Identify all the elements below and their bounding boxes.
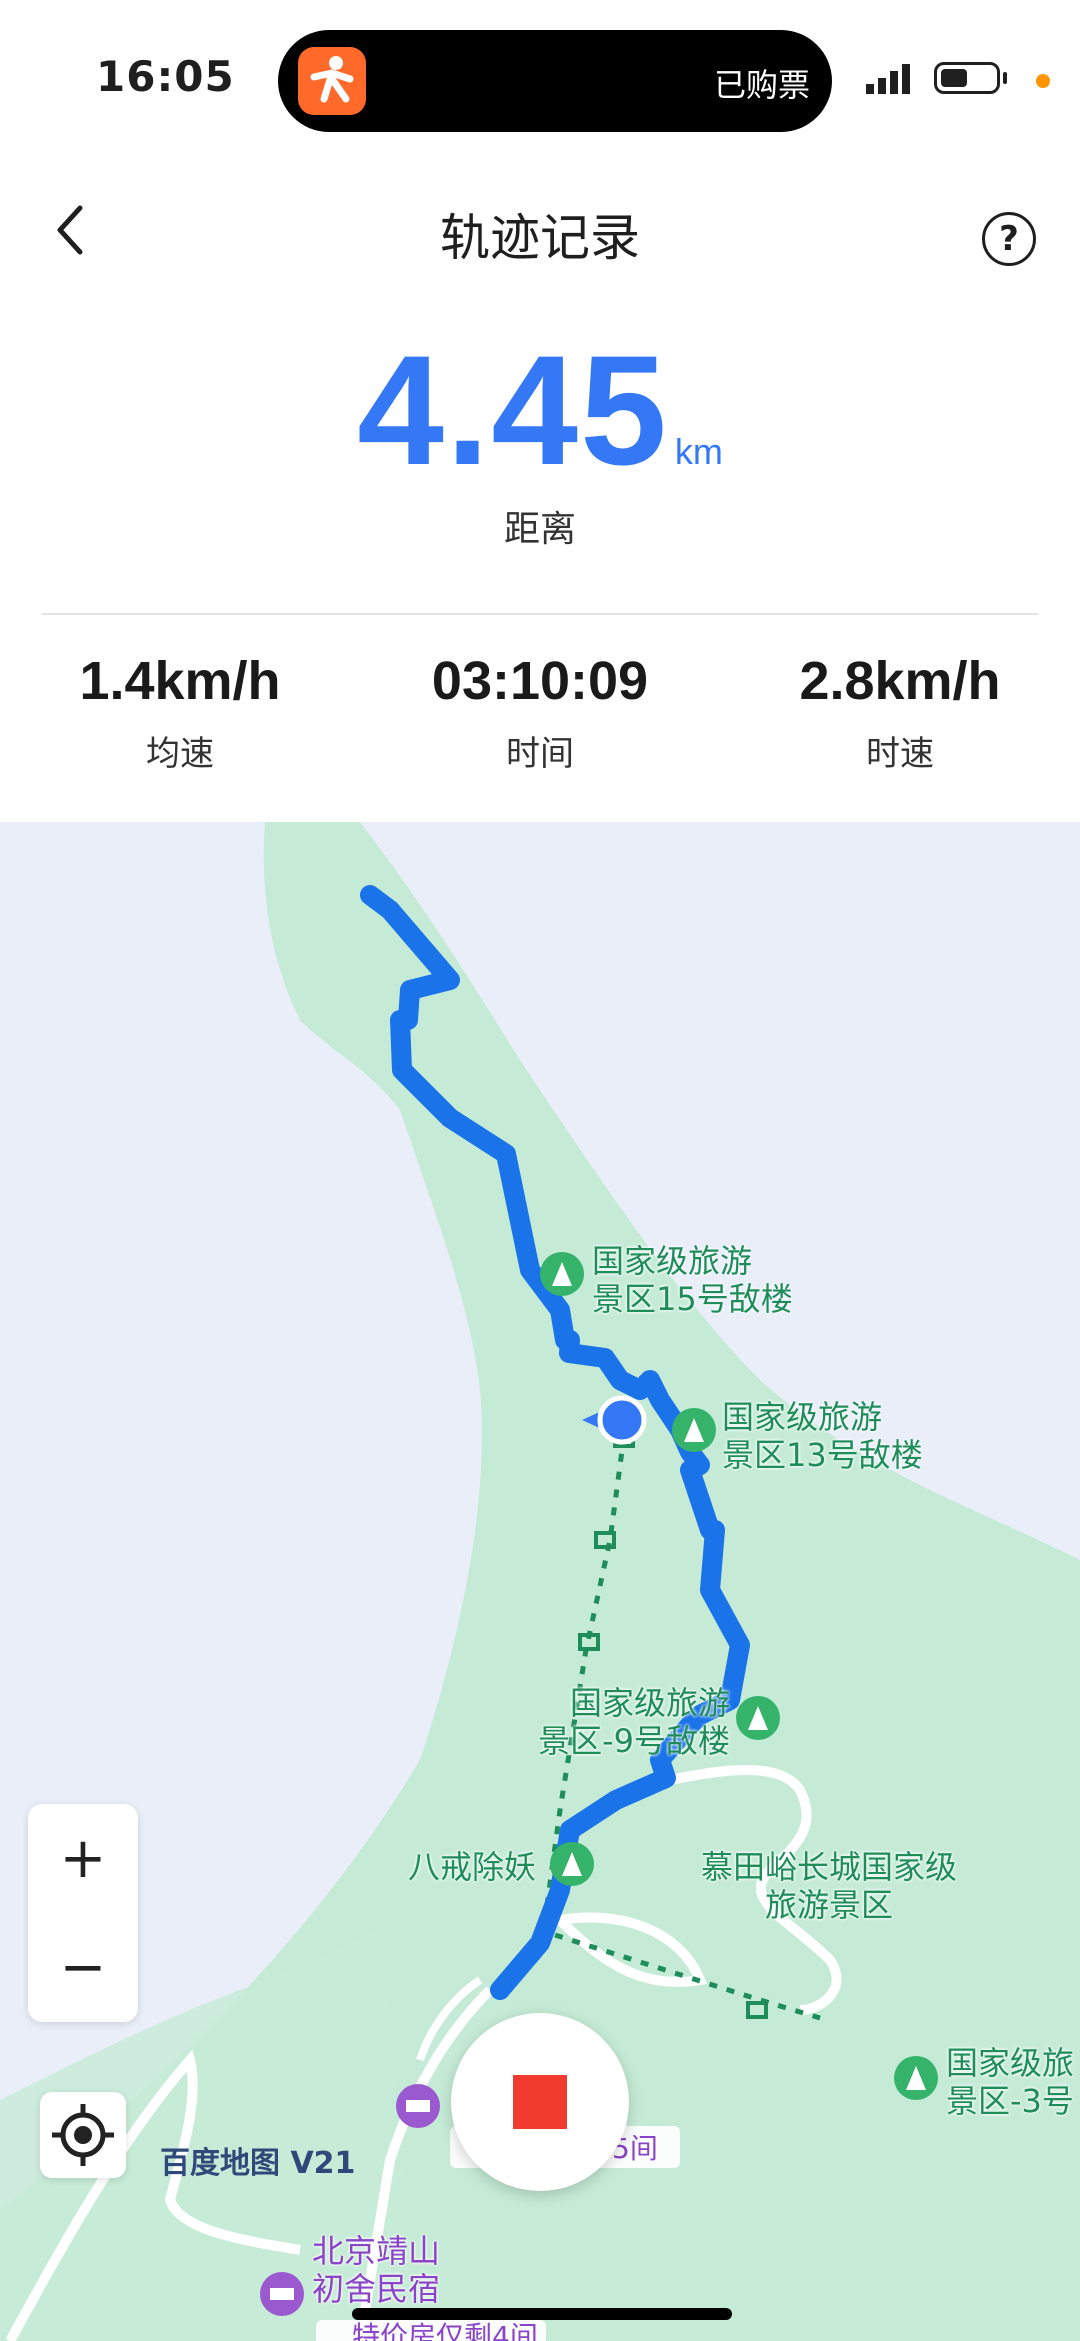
hotel-pin-icon: [396, 2084, 440, 2128]
locate-button[interactable]: [40, 2092, 126, 2178]
stat-value: 1.4km/h: [79, 651, 281, 711]
stat-duration: 03:10:09 时间: [360, 650, 720, 775]
stat-label: 均速: [146, 734, 214, 774]
zoom-in-button[interactable]: +: [28, 1804, 138, 1913]
stop-recording-button[interactable]: [451, 2013, 629, 2191]
poi-label-9[interactable]: 国家级旅游 景区-9号敌楼: [526, 1684, 730, 1760]
distance-value: 4.45: [357, 324, 669, 498]
app-icon: [298, 47, 366, 115]
poi-label-15[interactable]: 国家级旅游 景区15号敌楼: [592, 1242, 793, 1318]
poi-pin-icon: [736, 1696, 780, 1740]
crosshair-icon: [52, 2104, 114, 2166]
page-title: 轨迹记录: [440, 209, 640, 267]
stat-avg-speed: 1.4km/h 均速: [0, 650, 360, 775]
signal-icon: [866, 64, 910, 94]
map-watermark: 百度地图 V21: [160, 2146, 356, 2181]
poi-label-mutianyu[interactable]: 慕田峪长城国家级 旅游景区: [684, 1848, 974, 1924]
stat-current-speed: 2.8km/h 时速: [720, 650, 1080, 775]
poi-pin-icon: [540, 1252, 584, 1296]
hotel-pin-icon: [260, 2272, 304, 2316]
poi-pin-icon: [672, 1408, 716, 1452]
distance-label: 距离: [503, 509, 576, 550]
poi-label-13[interactable]: 国家级旅游 景区13号敌楼: [722, 1398, 923, 1474]
dynamic-island[interactable]: 已购票: [278, 30, 832, 132]
stop-icon: [513, 2075, 567, 2129]
stat-label: 时速: [866, 734, 934, 774]
zoom-out-button[interactable]: −: [28, 1913, 138, 2022]
poi-label-3[interactable]: 国家级旅 景区-3号: [946, 2044, 1074, 2120]
poi-label-bajie[interactable]: 八戒除妖: [408, 1848, 536, 1886]
island-text: 已购票: [713, 66, 810, 104]
privacy-dot: [1036, 74, 1050, 88]
poi-pin-icon: [894, 2056, 938, 2100]
stat-value: 03:10:09: [431, 651, 649, 711]
poi-pin-icon: [550, 1842, 594, 1886]
poi-label-minsu[interactable]: 北京靖山 初舍民宿: [312, 2232, 440, 2308]
zoom-controls: + −: [28, 1804, 138, 2022]
divider: [42, 613, 1038, 615]
distance-display: 4.45 km: [0, 322, 1080, 501]
status-time: 16:05: [96, 52, 235, 101]
stat-label: 时间: [506, 734, 574, 774]
battery-cap: [1003, 72, 1007, 84]
distance-unit: km: [674, 431, 723, 472]
help-icon[interactable]: ?: [982, 212, 1036, 266]
battery-icon: [934, 62, 1000, 94]
stat-value: 2.8km/h: [799, 651, 1001, 711]
price-tag: 特价房仅剩4间: [352, 2320, 538, 2341]
home-indicator: [352, 2308, 732, 2320]
